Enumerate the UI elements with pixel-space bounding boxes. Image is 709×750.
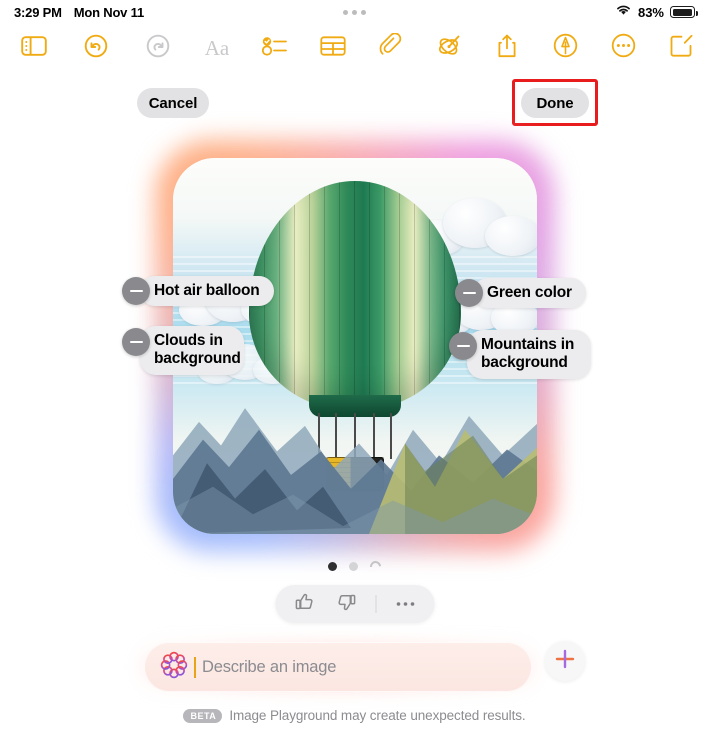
image-playground-button[interactable] xyxy=(427,28,471,68)
undo-icon xyxy=(84,34,108,63)
compose-icon xyxy=(669,33,694,63)
describe-image-input[interactable]: Describe an image xyxy=(144,642,532,692)
status-bar: 3:29 PM Mon Nov 11 83% xyxy=(0,0,709,24)
page-dot-loading-icon xyxy=(367,558,384,575)
page-dot[interactable] xyxy=(349,562,358,571)
checklist-button[interactable] xyxy=(253,28,297,68)
page-indicator[interactable] xyxy=(0,558,709,575)
paperclip-icon xyxy=(379,32,403,64)
feedback-more-button[interactable] xyxy=(392,591,418,617)
minus-circle-icon[interactable] xyxy=(122,277,150,306)
plus-icon xyxy=(554,648,576,675)
add-concept-button[interactable] xyxy=(545,641,585,681)
attachment-button[interactable] xyxy=(369,28,413,68)
checklist-icon xyxy=(261,35,288,62)
table-icon xyxy=(320,35,346,62)
undo-button[interactable] xyxy=(74,28,118,68)
magic-wand-icon xyxy=(436,33,462,64)
markup-pen-icon xyxy=(553,33,578,63)
text-cursor xyxy=(194,656,196,678)
notes-toolbar: Aa xyxy=(0,26,709,70)
minus-circle-icon[interactable] xyxy=(122,328,150,356)
thumbs-down-button[interactable] xyxy=(333,591,359,617)
more-dots-icon xyxy=(343,9,366,15)
image-playground-screen: 3:29 PM Mon Nov 11 83% Aa Cancel Done Ho… xyxy=(0,0,709,750)
status-time: 3:29 PM xyxy=(14,4,62,20)
status-bar-right: 83% xyxy=(615,3,698,21)
share-icon xyxy=(496,33,518,64)
format-text-button: Aa xyxy=(195,28,239,68)
thumbs-up-button[interactable] xyxy=(291,591,317,617)
beta-badge: BETA xyxy=(183,708,223,723)
concept-chip-mountains[interactable]: Mountains in background xyxy=(449,330,591,379)
concept-chip-label[interactable]: Clouds in background xyxy=(140,326,244,375)
redo-button xyxy=(136,28,180,68)
minus-circle-icon[interactable] xyxy=(455,279,483,308)
status-bar-left: 3:29 PM Mon Nov 11 xyxy=(14,5,144,20)
image-playground-flower-icon xyxy=(160,651,188,684)
compose-button[interactable] xyxy=(659,28,703,68)
sidebar-toggle-button[interactable] xyxy=(12,28,56,68)
thumbs-up-icon xyxy=(294,592,314,617)
prompt-row: Describe an image xyxy=(0,638,709,696)
action-row: Cancel Done xyxy=(0,79,709,126)
battery-icon xyxy=(670,6,698,18)
thumbs-down-icon xyxy=(336,592,356,617)
beta-footer: BETA Image Playground may create unexpec… xyxy=(0,708,709,723)
feedback-separator xyxy=(375,595,376,613)
wifi-icon xyxy=(615,3,632,21)
feedback-bar xyxy=(275,585,434,623)
redo-icon xyxy=(146,34,170,63)
table-button[interactable] xyxy=(311,28,355,68)
cancel-button[interactable]: Cancel xyxy=(137,88,209,118)
concept-chip-clouds[interactable]: Clouds in background xyxy=(122,326,244,375)
beta-footer-text: Image Playground may create unexpected r… xyxy=(229,708,526,723)
more-options-button[interactable] xyxy=(601,28,645,68)
ellipsis-circle-icon xyxy=(611,33,636,63)
status-date: Mon Nov 11 xyxy=(73,4,144,20)
mountains xyxy=(173,361,537,534)
aa-format-icon: Aa xyxy=(204,35,230,60)
ellipsis-icon xyxy=(395,595,415,613)
markup-button[interactable] xyxy=(543,28,587,68)
minus-circle-icon[interactable] xyxy=(449,332,477,360)
concept-chip-label[interactable]: Hot air balloon xyxy=(140,276,274,307)
sidebar-icon xyxy=(21,35,47,61)
share-button[interactable] xyxy=(485,28,529,68)
concept-chip-label[interactable]: Green color xyxy=(473,278,586,309)
concept-chip-hot-air-balloon[interactable]: Hot air balloon xyxy=(122,276,274,307)
concept-chip-label[interactable]: Mountains in background xyxy=(467,330,591,379)
battery-percent: 83% xyxy=(637,4,664,20)
toolbar-left-group xyxy=(12,28,180,68)
done-button[interactable]: Done xyxy=(521,88,589,118)
toolbar-right-group: Aa xyxy=(195,28,703,68)
concept-chip-green-color[interactable]: Green color xyxy=(455,278,586,309)
describe-image-placeholder: Describe an image xyxy=(202,657,337,676)
page-dot-active[interactable] xyxy=(328,562,337,571)
